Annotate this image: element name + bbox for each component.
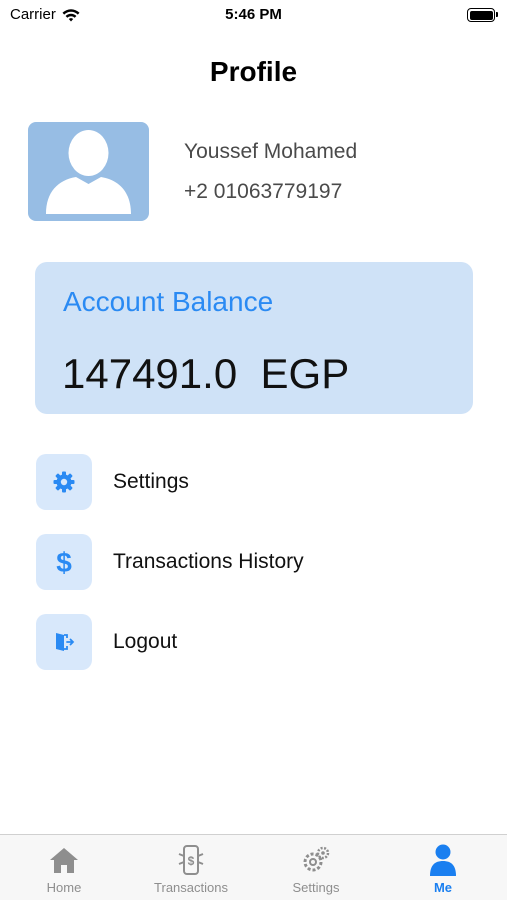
gears-icon	[303, 846, 330, 872]
menu-item-label: Transactions History	[113, 550, 304, 573]
gear-icon	[53, 471, 75, 493]
tab-me[interactable]: Me	[403, 835, 483, 900]
tab-label: Transactions	[154, 880, 228, 895]
tab-bar: Home $ Transactions Settings Me	[0, 834, 507, 900]
phone-dollar-icon: $	[178, 845, 204, 875]
person-silhouette-icon	[46, 130, 131, 214]
battery-level	[469, 10, 493, 20]
avatar[interactable]	[28, 122, 149, 221]
dollar-icon: $	[56, 547, 72, 577]
tab-transactions[interactable]: $ Transactions	[141, 835, 241, 900]
menu-item-settings[interactable]: Settings	[36, 453, 476, 511]
tab-label: Me	[433, 880, 453, 895]
logout-door-icon	[56, 633, 75, 651]
user-name: Youssef Mohamed	[184, 140, 358, 163]
balance-label: Account Balance	[63, 286, 274, 317]
svg-text:$: $	[56, 547, 72, 577]
tab-label: Settings	[292, 880, 340, 895]
svg-text:$: $	[188, 854, 195, 868]
status-bar: Carrier 5:46 PM	[0, 0, 507, 30]
menu-icon-box: $	[36, 534, 92, 590]
menu-item-label: Logout	[113, 630, 178, 653]
house-icon	[50, 848, 78, 873]
tab-settings[interactable]: Settings	[276, 835, 356, 900]
page-title: Profile	[209, 56, 298, 87]
menu-icon-box	[36, 454, 92, 510]
menu-icon-box	[36, 614, 92, 670]
user-phone: +2 01063779197	[184, 180, 343, 203]
menu-item-transactions-history[interactable]: $ Transactions History	[36, 533, 476, 591]
menu-item-logout[interactable]: Logout	[36, 613, 476, 671]
status-time: 5:46 PM	[225, 6, 282, 23]
battery-icon	[467, 8, 498, 22]
person-icon	[430, 844, 456, 876]
tab-label: Home	[46, 880, 82, 895]
tab-home[interactable]: Home	[24, 835, 104, 900]
menu-item-label: Settings	[113, 470, 189, 493]
balance-value: 147491.0 EGP	[62, 350, 350, 397]
account-balance-card: Account Balance 147491.0 EGP	[35, 262, 473, 414]
